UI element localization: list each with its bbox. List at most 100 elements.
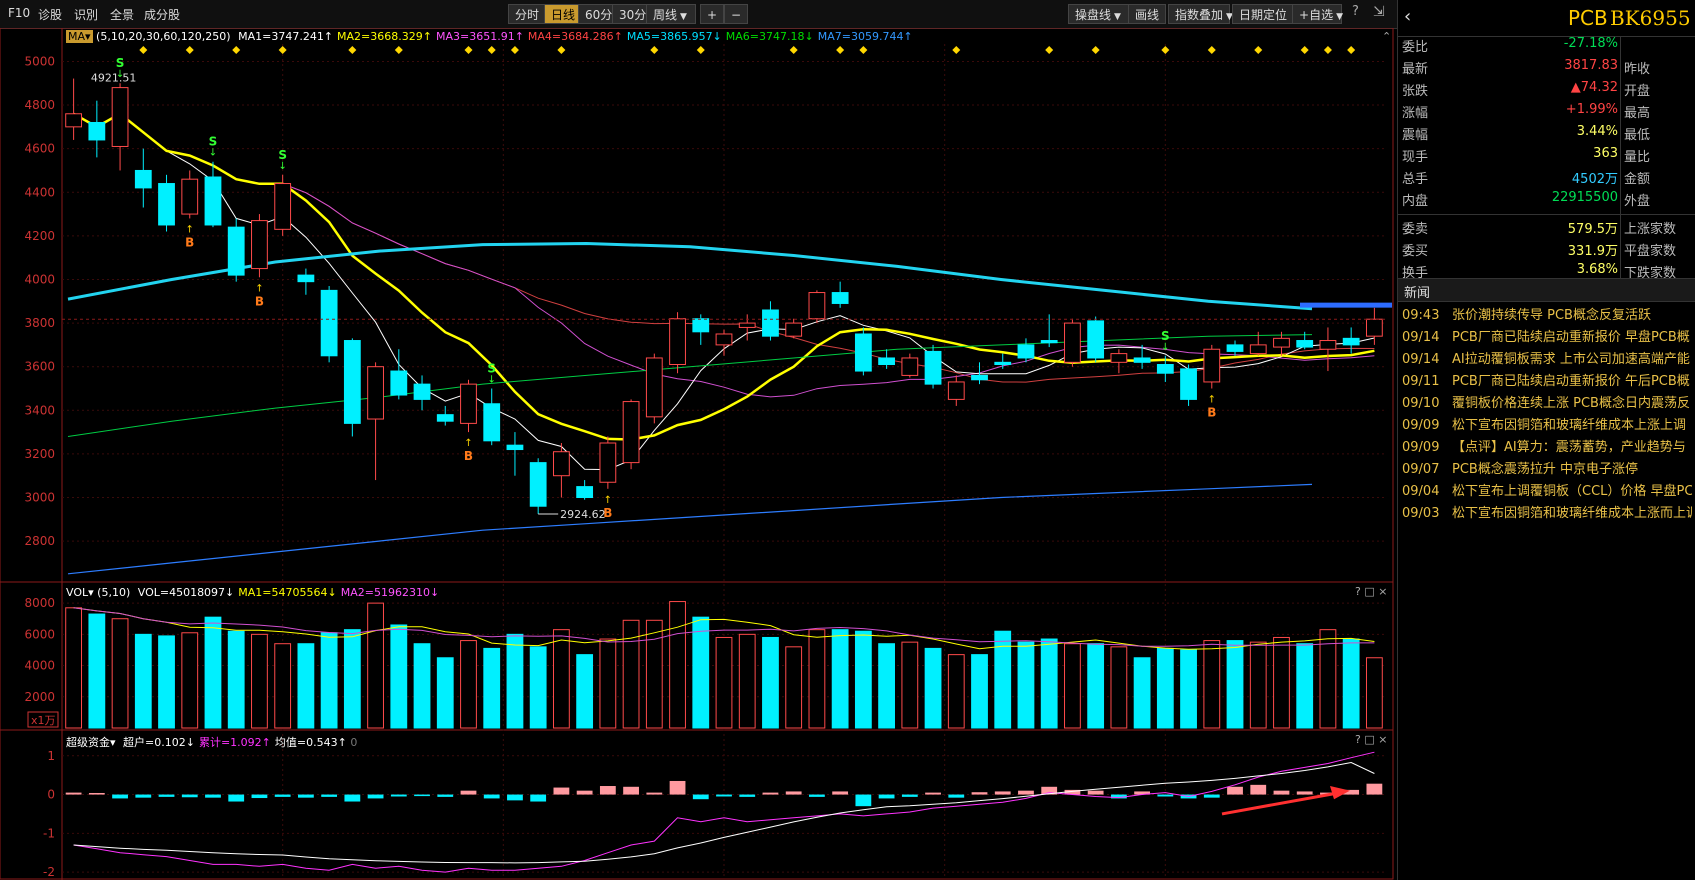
volume-bar: [576, 654, 594, 729]
quote-row: 总手 4502万 金额: [1398, 168, 1695, 190]
fund-panel-controls[interactable]: ? □ ×: [1355, 733, 1387, 746]
fund-bar: [901, 794, 918, 797]
close-icon[interactable]: ×: [1378, 733, 1387, 746]
period-tab-intraday[interactable]: 分时: [508, 4, 547, 24]
vol-indicator-selector[interactable]: VOL▾: [66, 586, 94, 599]
news-item[interactable]: 09:43 张价潮持续传导 PCB概念反复活跃: [1402, 304, 1692, 326]
fund-name: 超级资金: [66, 736, 110, 749]
news-item[interactable]: 09/03 松下宣布因铜箔和玻璃纤维成本上涨而上调: [1402, 502, 1692, 524]
fund-bar: [112, 794, 128, 799]
maximize-icon[interactable]: □: [1364, 733, 1374, 746]
ma-settings-icon[interactable]: ⌃: [1382, 30, 1391, 43]
volume-bar: [343, 629, 361, 729]
minus-icon: −: [731, 8, 742, 22]
ma7-line: [67, 483, 1313, 575]
news-item[interactable]: 09/07 PCB概念震荡拉升 中京电子涨停: [1402, 458, 1692, 480]
news-item[interactable]: 09/09 松下宣布因铜箔和玻璃纤维成本上涨上调: [1402, 414, 1692, 436]
buy-marker: B: [185, 235, 194, 249]
fund-indicator-selector[interactable]: 超级资金▾: [66, 736, 116, 749]
collapse-icon[interactable]: ⇲: [1373, 4, 1385, 20]
constituents-button[interactable]: 成分股: [144, 6, 180, 23]
identify-button[interactable]: 识別: [74, 6, 98, 23]
news-item[interactable]: 09/14 PCB厂商已陆续启动重新报价 早盘PCB概: [1402, 326, 1692, 348]
ma-indicator-selector[interactable]: MA▾: [66, 30, 93, 43]
fund-bar: [251, 794, 268, 799]
candle-body: [808, 292, 826, 320]
news-headline: 松下宣布上调覆铜板（CCL）价格 早盘PC: [1452, 484, 1692, 499]
news-item[interactable]: 09/14 AI拉动覆铜板需求 上市公司加速高端产能: [1402, 348, 1692, 370]
fund-bar: [623, 786, 639, 795]
buy-arrow-icon: ↑: [1208, 394, 1216, 405]
back-arrow-icon[interactable]: ‹: [1404, 6, 1411, 27]
trading-line-dropdown[interactable]: 操盘线 ▼: [1068, 4, 1130, 24]
draw-line-button[interactable]: 画线: [1128, 4, 1167, 24]
fund-bar: [1203, 794, 1220, 798]
help-icon[interactable]: ?: [1355, 585, 1361, 598]
period-tab-daily[interactable]: 日线: [544, 4, 583, 24]
buy-marker: B: [1207, 405, 1216, 419]
fund-bar: [692, 794, 709, 800]
signal-diamond: [952, 46, 961, 54]
fund-bar: [507, 794, 523, 801]
volume-bar: [645, 619, 663, 729]
panorama-button[interactable]: 全景: [110, 6, 134, 23]
zoom-out-button[interactable]: −: [724, 4, 748, 24]
vol-tick-label: 6000: [24, 627, 55, 641]
quote-label: 委卖: [1402, 222, 1429, 237]
news-headline: PCB厂商已陆续启动重新报价 早盘PCB概: [1452, 330, 1690, 345]
chevron-down-icon: ▼: [1336, 12, 1343, 22]
sell-arrow-icon: ↓: [278, 161, 286, 172]
news-title: 新闻: [1404, 286, 1431, 301]
volume-bar: [831, 629, 849, 729]
maximize-icon[interactable]: □: [1364, 585, 1374, 598]
fund-bar: [390, 794, 407, 797]
candle-body: [785, 322, 803, 337]
quote-label: 涨幅: [1402, 106, 1429, 121]
fund-bar: [228, 794, 245, 802]
buy-arrow-icon: ↑: [255, 283, 263, 294]
date-locate-button[interactable]: 日期定位: [1232, 4, 1295, 24]
vol-panel-controls[interactable]: ? □ ×: [1355, 585, 1387, 598]
fund-bar: [460, 790, 477, 795]
ma-params: (5,10,20,30,60,120,250): [96, 30, 231, 43]
candle-body: [1110, 353, 1128, 363]
average-line: [73, 761, 1375, 864]
news-item[interactable]: 09/09 【点评】AI算力：震荡蓄势，产业趋势与: [1402, 436, 1692, 458]
watchlist-dropdown[interactable]: +自选 ▼: [1292, 4, 1343, 24]
quote-row: 委卖 579.5万 上涨家数: [1398, 218, 1695, 240]
quote-row: 张跌 ▲74.32 开盘: [1398, 80, 1695, 102]
news-item[interactable]: 09/11 PCB厂商已陆续启动重新报价 午后PCB概: [1402, 370, 1692, 392]
volume-bar: [529, 646, 547, 729]
kline-chart[interactable]: 2800 3000 3200 3400 3600 3800 4000 4200 4400 4600…: [0, 28, 1394, 880]
signal-diamond: [1254, 46, 1263, 54]
fund-bar: [832, 791, 849, 795]
index-overlay-dropdown[interactable]: 指数叠加 ▼: [1168, 4, 1233, 24]
ma-legend: MA▾ (5,10,20,30,60,120,250) MA1=3747.241…: [66, 30, 913, 43]
quote-label: 总手: [1402, 172, 1429, 187]
plus-icon: +: [707, 8, 718, 22]
quote-row: 委买 331.9万 平盘家数: [1398, 240, 1695, 262]
diagnose-button[interactable]: 诊股: [38, 6, 62, 23]
volume-bar: [924, 647, 942, 729]
help-icon[interactable]: ?: [1355, 733, 1361, 746]
quote-label: 最新: [1402, 62, 1429, 77]
volume-bar: [715, 636, 733, 729]
candle-body: [204, 176, 222, 226]
period-tab-weekly[interactable]: 周线 ▼: [646, 4, 696, 24]
f10-button[interactable]: F10: [8, 6, 30, 20]
help-icon[interactable]: ?: [1352, 4, 1359, 19]
close-icon[interactable]: ×: [1378, 585, 1387, 598]
fund-bar: [1227, 786, 1243, 795]
fund-bar: [948, 794, 965, 798]
signal-diamond: [394, 46, 403, 54]
quote-label-2: 昨收: [1624, 62, 1651, 77]
news-item[interactable]: 09/10 覆铜板价格连续上涨 PCB概念日内震荡反: [1402, 392, 1692, 414]
news-item[interactable]: 09/04 松下宣布上调覆铜板（CCL）价格 早盘PC: [1402, 480, 1692, 502]
chevron-down-icon: ▼: [680, 12, 687, 22]
fund-bar: [483, 794, 500, 799]
volume-bar: [669, 601, 686, 729]
news-header[interactable]: 新闻: [1398, 278, 1695, 302]
volume-bar: [1087, 643, 1105, 729]
y-tick-label: 3400: [24, 403, 55, 417]
zoom-in-button[interactable]: +: [700, 4, 724, 24]
